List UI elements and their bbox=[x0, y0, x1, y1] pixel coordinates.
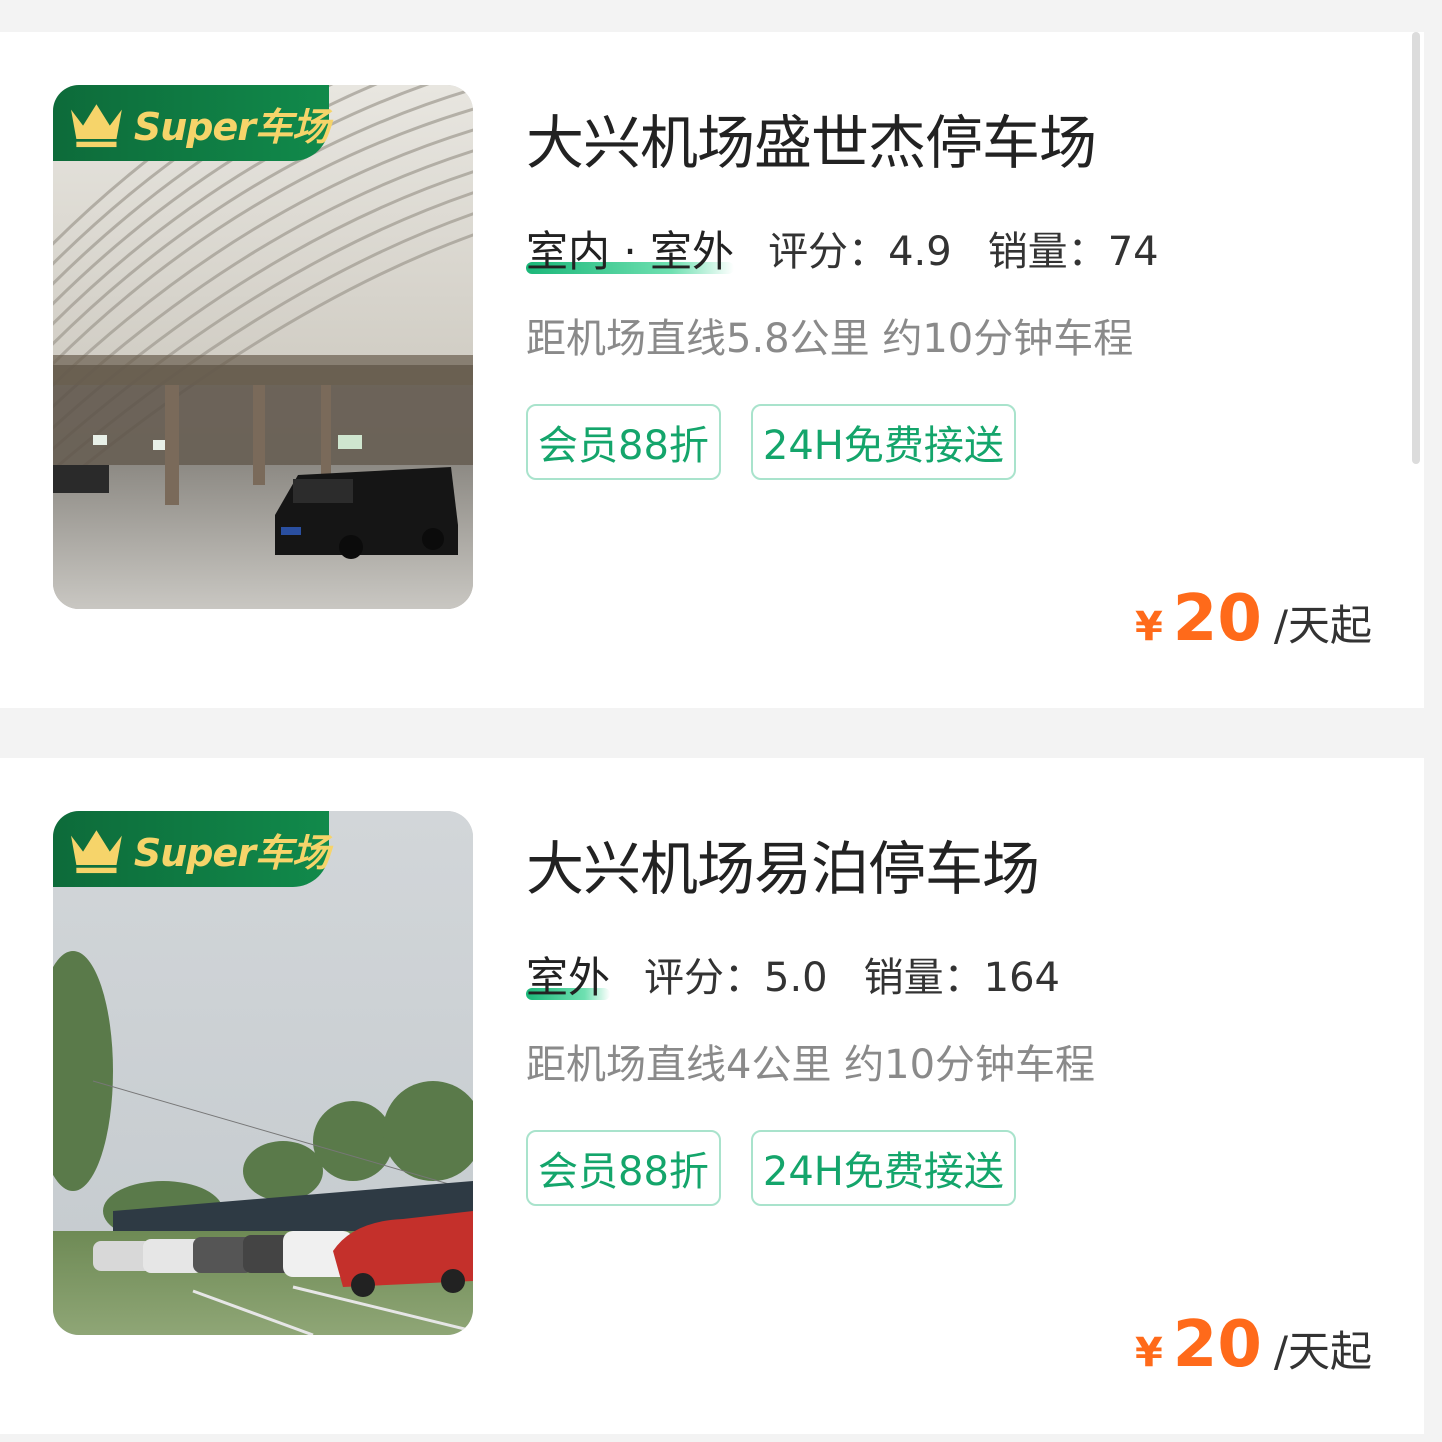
tag-member-discount: 会员88折 bbox=[526, 1130, 721, 1206]
tag-free-shuttle: 24H免费接送 bbox=[750, 1130, 1016, 1206]
parking-title[interactable]: 大兴机场盛世杰停车场 bbox=[526, 96, 1097, 180]
crown-icon bbox=[71, 830, 122, 874]
price: ¥ 20 /天起 bbox=[1135, 1308, 1372, 1382]
parking-type: 室内 · 室外 bbox=[526, 218, 768, 279]
rating-value: 4.9 bbox=[888, 229, 952, 275]
sales-value: 164 bbox=[983, 955, 1060, 1001]
tag-free-shuttle: 24H免费接送 bbox=[750, 404, 1016, 480]
tag-list: 会员88折 24H免费接送 bbox=[526, 404, 1016, 480]
rating-label: 评分： bbox=[644, 955, 765, 1001]
sales: 销量：74 bbox=[988, 219, 1159, 277]
parking-meta: 室内 · 室外 评分：4.9 销量：74 bbox=[526, 220, 1195, 276]
parking-type: 室外 bbox=[526, 944, 644, 1005]
rating: 评分：5.0 bbox=[644, 945, 828, 1003]
super-parking-badge: Super车场 bbox=[53, 811, 330, 887]
scrollbar[interactable] bbox=[1412, 32, 1420, 464]
tag-list: 会员88折 24H免费接送 bbox=[526, 1130, 1016, 1206]
indoor-hangar-image bbox=[53, 85, 473, 609]
sales-label: 销量： bbox=[863, 955, 984, 1001]
sales-label: 销量： bbox=[987, 229, 1108, 275]
parking-photo[interactable]: Super车场 bbox=[53, 85, 473, 609]
rating: 评分：4.9 bbox=[768, 219, 952, 277]
rating-label: 评分： bbox=[768, 229, 889, 275]
parking-meta: 室外 评分：5.0 销量：164 bbox=[526, 946, 1096, 1002]
price: ¥ 20 /天起 bbox=[1135, 582, 1372, 656]
parking-type-label: 室内 · 室外 bbox=[526, 226, 735, 276]
price-unit: /天起 bbox=[1273, 601, 1372, 650]
currency-symbol: ¥ bbox=[1134, 604, 1163, 650]
tag-member-discount: 会员88折 bbox=[526, 404, 721, 480]
badge-label: Super车场 bbox=[133, 830, 330, 875]
crown-icon bbox=[71, 104, 122, 148]
price-unit: /天起 bbox=[1273, 1327, 1372, 1376]
sales-value: 74 bbox=[1107, 229, 1159, 275]
parking-photo[interactable]: Super车场 bbox=[53, 811, 473, 1335]
badge-label: Super车场 bbox=[133, 104, 330, 149]
black-van-image bbox=[275, 467, 458, 559]
parking-list-page: Super车场 大兴机场盛世杰停车场 室内 · 室外 评分：4.9 销量：74 … bbox=[0, 0, 1442, 1442]
rating-value: 5.0 bbox=[764, 955, 828, 1001]
price-value: 20 bbox=[1172, 582, 1262, 656]
currency-symbol: ¥ bbox=[1134, 1330, 1163, 1376]
parking-card[interactable]: Super车场 大兴机场盛世杰停车场 室内 · 室外 评分：4.9 销量：74 … bbox=[0, 32, 1424, 708]
parking-type-label: 室外 bbox=[526, 952, 611, 1002]
sales: 销量：164 bbox=[864, 945, 1060, 1003]
super-parking-badge: Super车场 bbox=[53, 85, 330, 161]
price-value: 20 bbox=[1172, 1308, 1262, 1382]
parking-card[interactable]: Super车场 大兴机场易泊停车场 室外 评分：5.0 销量：164 距机场直线… bbox=[0, 758, 1424, 1434]
distance-text: 距机场直线4公里 约10分钟车程 bbox=[526, 1042, 1096, 1088]
parking-title[interactable]: 大兴机场易泊停车场 bbox=[526, 822, 1040, 906]
outdoor-parking-image bbox=[53, 811, 473, 1335]
distance-text: 距机场直线5.8公里 约10分钟车程 bbox=[526, 316, 1134, 362]
